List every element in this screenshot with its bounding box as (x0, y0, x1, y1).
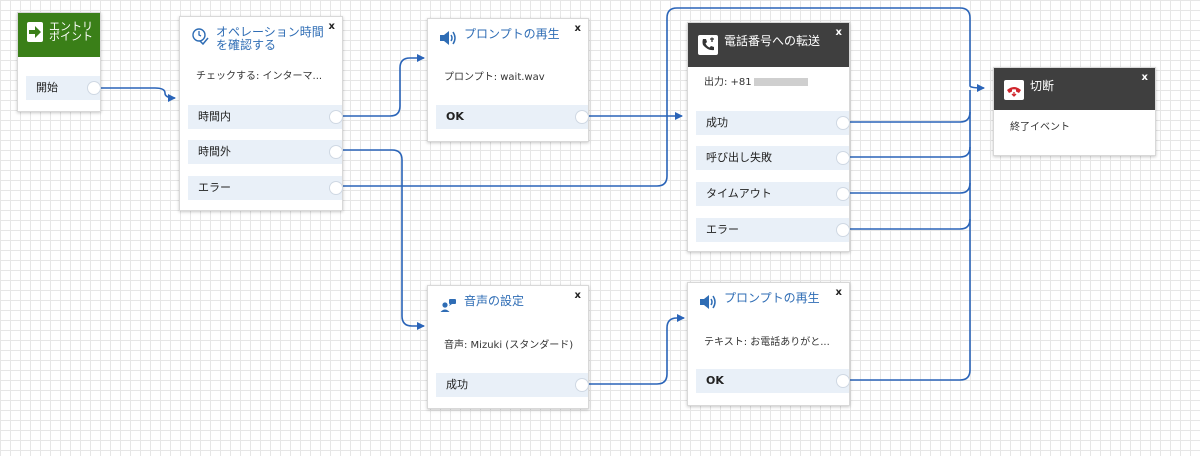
set-voice-title: 音声の設定 (464, 294, 525, 308)
play-prompt-1-info: プロンプト: wait.wav (444, 72, 545, 83)
branch-voice-success-port[interactable] (575, 378, 589, 392)
branch-transfer-success[interactable]: 成功 (696, 111, 850, 135)
play-prompt-block-2[interactable]: プロンプトの再生 x テキスト: お電話ありがと... OK (687, 282, 850, 406)
branch-transfer-timeout-label: タイムアウト (706, 187, 772, 200)
entry-point-block[interactable]: エントリポイント 開始 (17, 12, 101, 112)
check-hours-header: オペレーション時間を確認する x (180, 17, 342, 52)
wire-transfer-error-to-disconnect (846, 183, 971, 230)
wire-out-of-hours-to-voice (340, 149, 425, 330)
branch-transfer-error-label: エラー (706, 223, 739, 236)
branch-voice-success[interactable]: 成功 (436, 373, 589, 397)
transfer-phone-info-text: 出力: +81 (704, 77, 752, 88)
branch-transfer-timeout[interactable]: タイムアウト (696, 182, 850, 206)
transfer-phone-title: 電話番号への転送 (724, 34, 821, 48)
branch-transfer-call-failed[interactable]: 呼び出し失敗 (696, 146, 850, 170)
branch-transfer-success-port[interactable] (836, 116, 850, 130)
clock-check-icon (190, 26, 210, 46)
entry-point-header: エントリポイント (18, 13, 100, 57)
branch-voice-success-label: 成功 (446, 378, 468, 391)
branch-prompt1-ok[interactable]: OK (436, 105, 589, 129)
disconnect-block[interactable]: 切断 x 終了イベント (993, 67, 1156, 156)
branch-hours-error[interactable]: エラー (188, 176, 343, 200)
voice-settings-icon (438, 295, 458, 315)
disconnect-header: 切断 x (994, 68, 1155, 110)
speaker-icon (438, 28, 458, 48)
set-voice-header: 音声の設定 x (428, 286, 588, 315)
branch-transfer-error[interactable]: エラー (696, 218, 850, 242)
redacted-number (753, 78, 808, 86)
branch-start[interactable]: 開始 (26, 76, 101, 100)
wire-prompt2-ok-to-disconnect (846, 219, 971, 381)
play-prompt-2-info: テキスト: お電話ありがと... (704, 337, 830, 348)
branch-start-label: 開始 (36, 81, 58, 94)
phone-transfer-icon (698, 35, 718, 55)
entry-point-title: エントリポイント (49, 20, 93, 43)
branch-transfer-success-label: 成功 (706, 116, 728, 129)
branch-prompt2-ok-label: OK (706, 374, 724, 387)
wire-start-to-hours (93, 87, 176, 102)
branch-hours-error-label: エラー (198, 181, 231, 194)
play-prompt-block-1[interactable]: プロンプトの再生 x プロンプト: wait.wav OK (427, 18, 589, 142)
branch-hours-error-port[interactable] (329, 181, 343, 195)
speaker-icon (698, 292, 718, 312)
branch-in-hours-port[interactable] (329, 110, 343, 124)
branch-transfer-call-failed-label: 呼び出し失敗 (706, 151, 772, 164)
wire-fail-to-disconnect (846, 112, 971, 158)
transfer-phone-block[interactable]: 電話番号への転送 x 出力: +81 成功 呼び出し失敗 タイムアウト エラー (687, 22, 850, 252)
set-voice-block[interactable]: 音声の設定 x 音声: Mizuki (スタンダード) 成功 (427, 285, 589, 409)
close-icon[interactable]: x (575, 23, 581, 34)
transfer-phone-info: 出力: +81 (704, 73, 808, 88)
close-icon[interactable]: x (1142, 72, 1148, 83)
play-prompt-1-header: プロンプトの再生 x (428, 19, 588, 48)
branch-prompt2-ok[interactable]: OK (696, 369, 850, 393)
branch-transfer-error-port[interactable] (836, 223, 850, 237)
wire-in-hours-to-prompt1 (340, 54, 425, 117)
wire-voice-success-to-prompt2 (586, 314, 685, 385)
check-hours-title: オペレーション時間を確認する (216, 25, 324, 52)
branch-out-of-hours[interactable]: 時間外 (188, 140, 343, 164)
branch-in-hours[interactable]: 時間内 (188, 105, 343, 129)
close-icon[interactable]: x (836, 287, 842, 298)
play-prompt-2-title: プロンプトの再生 (724, 291, 820, 305)
branch-out-of-hours-port[interactable] (329, 145, 343, 159)
wire-success-to-disconnect (846, 90, 971, 123)
check-hours-block[interactable]: オペレーション時間を確認する x チェックする: インターマ... 時間内 時間… (179, 16, 343, 211)
disconnect-title: 切断 (1030, 79, 1055, 93)
check-hours-info: チェックする: インターマ... (196, 71, 323, 82)
close-icon[interactable]: x (836, 27, 842, 38)
branch-start-port[interactable] (87, 81, 101, 95)
play-prompt-1-title: プロンプトの再生 (464, 27, 560, 41)
wire-timeout-to-disconnect (846, 147, 971, 194)
arrow-right-icon (27, 22, 43, 42)
set-voice-info: 音声: Mizuki (スタンダード) (444, 340, 574, 351)
branch-prompt1-ok-label: OK (446, 110, 464, 123)
branch-in-hours-label: 時間内 (198, 110, 231, 123)
play-prompt-2-header: プロンプトの再生 x (688, 283, 849, 312)
branch-prompt2-ok-port[interactable] (836, 374, 850, 388)
hangup-icon (1004, 80, 1024, 100)
branch-transfer-call-failed-port[interactable] (836, 151, 850, 165)
branch-out-of-hours-label: 時間外 (198, 145, 231, 158)
transfer-phone-header: 電話番号への転送 x (688, 23, 849, 67)
branch-transfer-timeout-port[interactable] (836, 187, 850, 201)
branch-prompt1-ok-port[interactable] (575, 110, 589, 124)
close-icon[interactable]: x (329, 21, 335, 32)
disconnect-info: 終了イベント (1010, 122, 1070, 133)
close-icon[interactable]: x (575, 290, 581, 301)
